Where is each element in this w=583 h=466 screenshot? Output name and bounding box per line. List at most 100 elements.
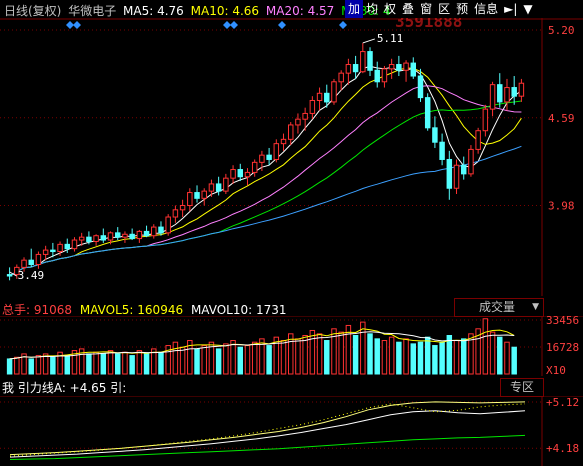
toolbar-button-6[interactable]: 预 (453, 0, 471, 18)
volume-bar (352, 335, 359, 375)
candle-body (331, 81, 337, 103)
candle-body (381, 68, 388, 83)
toolbar-button-7[interactable]: 信息 (471, 0, 501, 18)
signal-diamond-icon (223, 21, 231, 29)
mavol10-label: MAVOL10: 1731 (190, 303, 287, 317)
volume-axis-label: 16728 (546, 341, 579, 354)
chart-header: 日线(复权) 华微电子 MA5: 4.76 MA10: 4.66 MA20: 4… (4, 2, 390, 19)
volume-bar (172, 341, 179, 375)
high-marker-line (362, 38, 375, 44)
volume-bar (201, 345, 207, 375)
volume-bar (179, 346, 186, 375)
candle-body (6, 274, 13, 277)
candle-body (388, 64, 395, 70)
candle-body (446, 158, 453, 189)
ma20-label: MA20: 4.57 (265, 4, 335, 18)
candle-body (158, 226, 164, 234)
candle-body (107, 232, 114, 241)
volume-bar (497, 336, 503, 375)
candle-body (489, 84, 496, 110)
volume-bar (237, 346, 244, 375)
toolbar-button-2[interactable]: 权 (381, 0, 399, 18)
chevron-down-icon: ▼ (532, 302, 539, 312)
volume-bar (381, 340, 388, 375)
tab-zhuanqu-label: 专区 (509, 380, 534, 394)
candle-body (244, 171, 251, 178)
volume-chart[interactable]: 33456 16728 X10 (0, 316, 583, 376)
candle-body (64, 243, 71, 250)
watermark: 3591888 (395, 18, 462, 31)
volume-bar (129, 355, 135, 375)
volume-bar (194, 348, 200, 375)
volume-bar (28, 358, 34, 375)
candle-body (367, 51, 373, 71)
candle-body (266, 154, 272, 160)
volume-bar (432, 345, 438, 375)
candle-body (122, 233, 128, 238)
price-axis-label: 4.59 (548, 112, 575, 125)
candle-body (511, 87, 517, 97)
candle-body (417, 75, 424, 99)
volume-bar (316, 333, 323, 375)
price-axis-label: 5.20 (548, 24, 575, 37)
toolbar-button-0[interactable]: 加 (345, 0, 364, 18)
period-label[interactable]: 日线(复权) (4, 4, 61, 18)
indicator-chart[interactable]: +5.12 +4.18 (0, 396, 583, 466)
toolbar-button-5[interactable]: 区 (435, 0, 453, 18)
indicator-label: 我 引力线A: +4.65 引: (2, 381, 127, 395)
candle-body (172, 209, 179, 218)
high-marker-label: 5.11 (377, 32, 404, 45)
volume-bar (417, 341, 424, 375)
candle-body (151, 226, 157, 237)
volume-bar (158, 351, 164, 375)
toolbar-button-3[interactable]: 叠 (399, 0, 417, 18)
candle-body (280, 138, 287, 145)
volume-bar (324, 340, 330, 375)
volume-bar (251, 341, 258, 375)
volume-bar (64, 355, 71, 375)
volume-bar (424, 336, 431, 375)
candle-body (208, 183, 215, 192)
volume-bar (338, 331, 344, 375)
low-marker-label: 3.49 (18, 269, 44, 282)
candle-body (295, 118, 301, 126)
tab-zhuanqu[interactable]: 专区 (500, 378, 544, 397)
candle-body (143, 230, 150, 237)
toolbar-button-8[interactable]: ►| (501, 0, 520, 18)
candle-body (129, 233, 135, 240)
volume-bar (453, 340, 460, 375)
candle-body (165, 216, 171, 234)
volume-dropdown-label: 成交量 (479, 300, 516, 314)
volume-bar (410, 343, 417, 375)
candle-body (360, 51, 366, 73)
ma5-line (9, 65, 522, 277)
volume-bar (136, 350, 143, 375)
volume-axis-label: 33456 (546, 316, 579, 327)
price-chart[interactable]: 5.20 4.59 3.98 35918885.11 3.49 (0, 18, 583, 296)
candle-body (482, 108, 489, 132)
volume-bar (309, 329, 316, 375)
candle-body (396, 64, 402, 71)
indicator-line-yellow (9, 401, 526, 456)
candle-body (93, 235, 99, 242)
mavol5-label: MAVOL5: 160946 (79, 303, 184, 317)
candle-body (179, 205, 186, 211)
volume-dropdown[interactable]: 成交量 ▼ (454, 298, 544, 317)
toolbar-button-4[interactable]: 窗 (417, 0, 435, 18)
stock-name: 华微电子 (68, 4, 117, 18)
candle-body (71, 239, 78, 250)
candle-body (237, 169, 244, 178)
candle-body (424, 97, 431, 129)
indicator-axis-label: +5.12 (546, 396, 579, 409)
toolbar-button-1[interactable]: 均 (363, 0, 381, 18)
volume-bar (295, 338, 301, 375)
volume-bar (215, 348, 222, 375)
signal-diamond-icon (339, 21, 347, 29)
candle-body (50, 249, 56, 253)
volume-bar (93, 351, 99, 375)
toolbar-button-9[interactable]: ▼ (520, 0, 535, 18)
candle-body (432, 127, 438, 143)
candle-body (345, 64, 352, 74)
volume-bar (388, 336, 395, 375)
volume-bar (35, 355, 42, 375)
